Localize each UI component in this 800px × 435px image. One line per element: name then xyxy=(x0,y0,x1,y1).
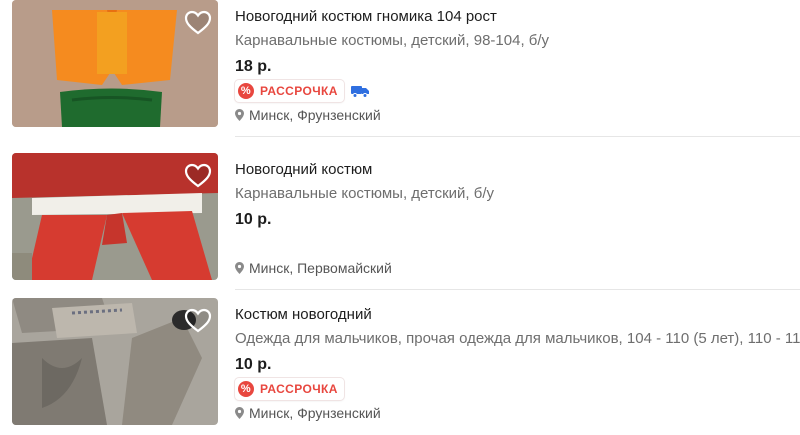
badge-row: % РАССРОЧКА xyxy=(235,80,370,102)
listing-info: Новогодний костюм Карнавальные костюмы, … xyxy=(235,153,800,280)
listing-list: Новогодний костюм гномика 104 рост Карна… xyxy=(0,0,800,431)
truck-icon xyxy=(350,86,369,98)
location-pin-icon xyxy=(235,262,244,274)
listing-card[interactable]: Новогодний костюм гномика 104 рост Карна… xyxy=(0,0,800,137)
favorite-button[interactable] xyxy=(184,10,212,36)
listing-price: 18 р. xyxy=(235,58,272,75)
location-text: Минск, Фрунзенский xyxy=(249,107,381,123)
installment-badge: % РАССРОЧКА xyxy=(235,80,344,102)
percent-icon: % xyxy=(238,381,254,397)
listing-photo[interactable] xyxy=(12,0,218,127)
location-pin-icon xyxy=(235,407,244,419)
listing-price: 10 р. xyxy=(235,211,272,228)
listing-photo[interactable] xyxy=(12,153,218,280)
listing-title[interactable]: Костюм новогодний xyxy=(235,306,800,324)
location-text: Минск, Первомайский xyxy=(249,260,392,276)
listing-location: Минск, Фрунзенский xyxy=(235,106,381,124)
percent-icon: % xyxy=(238,83,254,99)
favorite-button[interactable] xyxy=(184,308,212,334)
heart-icon xyxy=(184,308,212,333)
installment-label: РАССРОЧКА xyxy=(260,84,338,98)
listing-info: Новогодний костюм гномика 104 рост Карна… xyxy=(235,0,800,127)
listing-category: Карнавальные костюмы, детский, 98-104, б… xyxy=(235,32,550,49)
divider xyxy=(235,136,800,137)
installment-badge: % РАССРОЧКА xyxy=(235,378,344,400)
listing-title[interactable]: Новогодний костюм гномика 104 рост xyxy=(235,8,800,26)
listing-location: Минск, Первомайский xyxy=(235,259,392,277)
listing-photo[interactable] xyxy=(12,298,218,425)
listing-location: Минск, Фрунзенский xyxy=(235,404,381,422)
listing-category: Карнавальные костюмы, детский, б/у xyxy=(235,185,494,202)
listing-info: Костюм новогодний Одежда для мальчиков, … xyxy=(235,298,800,425)
listing-price: 10 р. xyxy=(235,356,272,373)
listing-card[interactable]: Новогодний костюм Карнавальные костюмы, … xyxy=(0,145,800,290)
heart-icon xyxy=(184,10,212,35)
location-pin-icon xyxy=(235,109,244,121)
listing-title[interactable]: Новогодний костюм xyxy=(235,161,800,179)
listing-category: Одежда для мальчиков, прочая одежда для … xyxy=(235,330,800,347)
favorite-button[interactable] xyxy=(184,163,212,189)
location-text: Минск, Фрунзенский xyxy=(249,405,381,421)
installment-label: РАССРОЧКА xyxy=(260,382,338,396)
listing-card[interactable]: Костюм новогодний Одежда для мальчиков, … xyxy=(0,290,800,435)
heart-icon xyxy=(184,163,212,188)
badge-row: % РАССРОЧКА xyxy=(235,378,344,400)
